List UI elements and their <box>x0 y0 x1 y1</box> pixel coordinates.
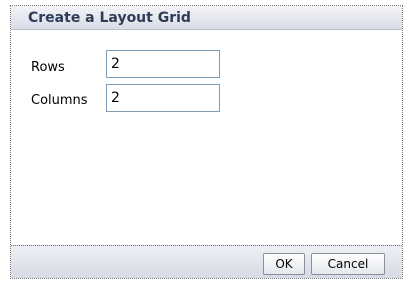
ok-button[interactable]: OK <box>263 253 305 275</box>
dialog-footer: OK Cancel <box>11 245 402 278</box>
columns-input[interactable] <box>106 84 220 112</box>
dialog-title: Create a Layout Grid <box>28 10 191 26</box>
rows-input[interactable] <box>106 50 220 78</box>
columns-label: Columns <box>31 93 88 108</box>
cancel-button[interactable]: Cancel <box>311 253 385 275</box>
create-layout-grid-dialog: Create a Layout Grid Rows Columns OK Can… <box>10 5 403 279</box>
rows-label: Rows <box>31 60 65 75</box>
dialog-titlebar: Create a Layout Grid <box>11 6 402 30</box>
